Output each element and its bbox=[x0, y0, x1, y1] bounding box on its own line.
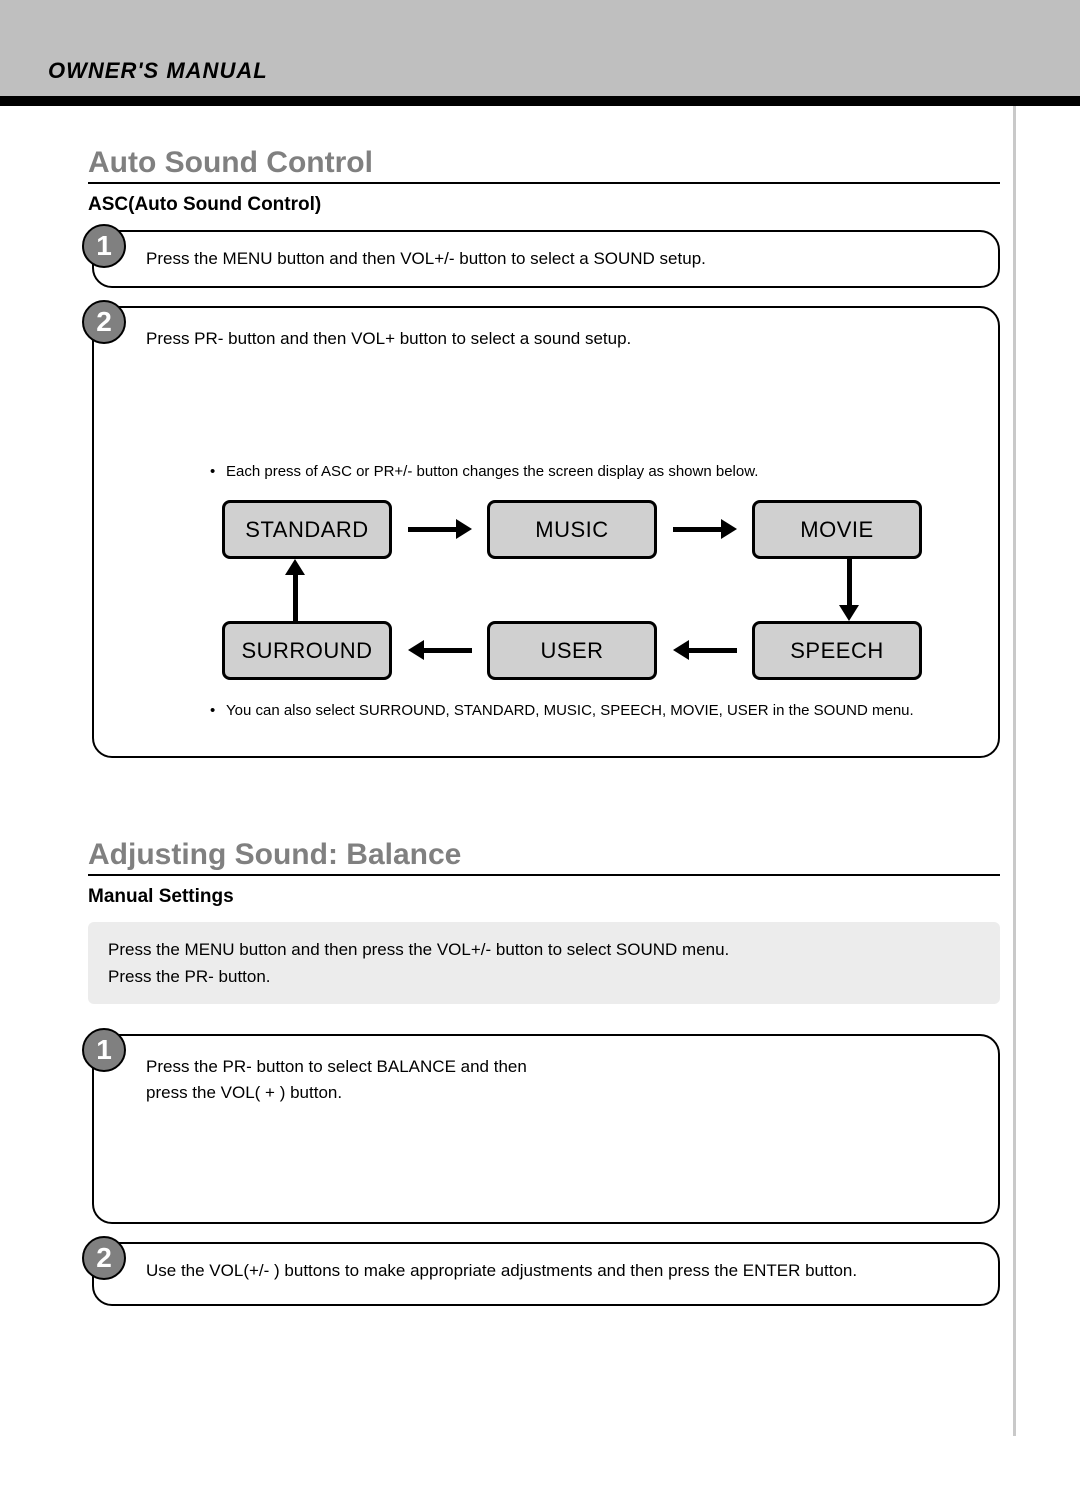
bullet-text: You can also select SURROUND, STANDARD, … bbox=[226, 700, 958, 723]
section-title: Adjusting Sound: Balance bbox=[88, 838, 1000, 876]
step-text-line: press the VOL( + ) button. bbox=[146, 1080, 978, 1106]
right-rule bbox=[1013, 106, 1016, 1436]
header-title: OWNER'S MANUAL bbox=[48, 58, 268, 96]
step-number-badge: 2 bbox=[82, 300, 126, 344]
mode-user: USER bbox=[487, 621, 657, 680]
step-box: Press the MENU button and then VOL+/- bu… bbox=[92, 230, 1000, 288]
subsection-title: Manual Settings bbox=[88, 886, 1000, 908]
arrow-right-icon bbox=[408, 526, 472, 532]
step-number-badge: 1 bbox=[82, 224, 126, 268]
step-box: Press PR- button and then VOL+ button to… bbox=[92, 306, 1000, 759]
section-balance: Adjusting Sound: Balance Manual Settings… bbox=[88, 838, 1000, 1306]
page-body: Auto Sound Control ASC(Auto Sound Contro… bbox=[0, 106, 1080, 1306]
step-box: Press the PR- button to select BALANCE a… bbox=[92, 1034, 1000, 1224]
mode-cycle-diagram: STANDARD MUSIC MOVIE SURROUND bbox=[222, 500, 922, 680]
header-divider bbox=[0, 96, 1080, 106]
step-box: Use the VOL(+/- ) buttons to make approp… bbox=[92, 1242, 1000, 1306]
step-text: Use the VOL(+/- ) buttons to make approp… bbox=[146, 1261, 857, 1280]
intro-line: Press the MENU button and then press the… bbox=[108, 936, 980, 963]
arrow-right-icon bbox=[673, 526, 737, 532]
mode-movie: MOVIE bbox=[752, 500, 922, 559]
mode-diagram-area: Each press of ASC or PR+/- button change… bbox=[186, 461, 958, 722]
diagram-bottom-row: SURROUND USER SPEECH bbox=[222, 621, 922, 680]
section-title: Auto Sound Control bbox=[88, 146, 1000, 184]
mode-standard: STANDARD bbox=[222, 500, 392, 559]
subsection-title: ASC(Auto Sound Control) bbox=[88, 194, 1000, 216]
intro-line: Press the PR- button. bbox=[108, 963, 980, 990]
mode-speech: SPEECH bbox=[752, 621, 922, 680]
arrow-left-icon bbox=[673, 647, 737, 653]
step-1: 1 Press the MENU button and then VOL+/- … bbox=[88, 230, 1000, 288]
arrow-left-icon bbox=[408, 647, 472, 653]
step-text: Press PR- button and then VOL+ button to… bbox=[146, 326, 978, 352]
intro-box: Press the MENU button and then press the… bbox=[88, 922, 1000, 1004]
step-text-line: Press the PR- button to select BALANCE a… bbox=[146, 1054, 978, 1080]
arrow-down-icon bbox=[846, 559, 852, 621]
diagram-top-row: STANDARD MUSIC MOVIE bbox=[222, 500, 922, 559]
header-banner: OWNER'S MANUAL bbox=[0, 0, 1080, 96]
step-text: Press the MENU button and then VOL+/- bu… bbox=[146, 249, 706, 268]
mode-music: MUSIC bbox=[487, 500, 657, 559]
arrow-up-icon bbox=[292, 559, 298, 621]
step-1: 1 Press the PR- button to select BALANCE… bbox=[88, 1034, 1000, 1224]
section-auto-sound: Auto Sound Control ASC(Auto Sound Contro… bbox=[88, 146, 1000, 758]
diagram-vert-row bbox=[222, 559, 922, 621]
mode-surround: SURROUND bbox=[222, 621, 392, 680]
step-2: 2 Use the VOL(+/- ) buttons to make appr… bbox=[88, 1242, 1000, 1306]
step-2: 2 Press PR- button and then VOL+ button … bbox=[88, 306, 1000, 759]
bullet-text: Each press of ASC or PR+/- button change… bbox=[226, 461, 958, 484]
